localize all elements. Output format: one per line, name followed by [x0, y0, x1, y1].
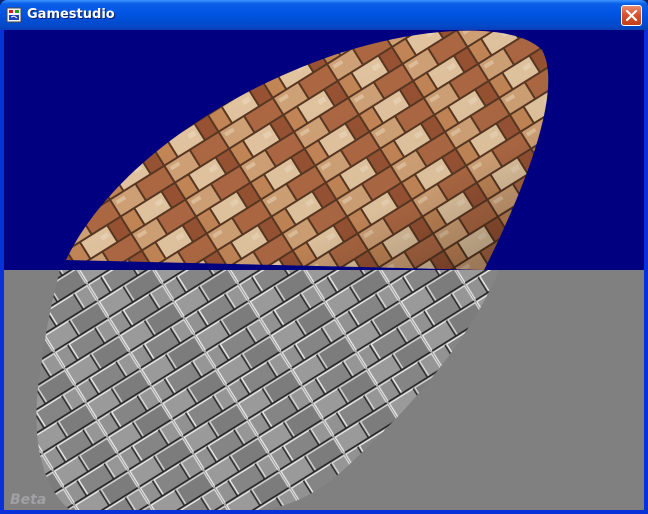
- close-button[interactable]: [621, 5, 642, 26]
- window-title: Gamestudio: [27, 7, 115, 22]
- close-icon: [625, 9, 638, 22]
- title-bar[interactable]: Gamestudio: [0, 0, 648, 30]
- beta-watermark: Beta: [10, 492, 47, 508]
- window-frame-bottom: [0, 510, 648, 514]
- gamestudio-icon[interactable]: [6, 7, 22, 23]
- render-viewport[interactable]: Beta: [4, 30, 644, 510]
- window-frame-right: [644, 30, 648, 514]
- rendered-scene: [4, 30, 644, 510]
- application-window: Gamestudio Beta: [0, 0, 648, 514]
